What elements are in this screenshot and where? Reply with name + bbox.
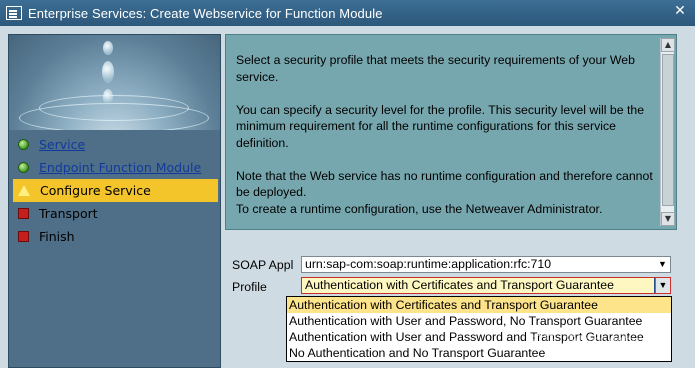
info-paragraph: Select a security profile that meets the…	[236, 53, 635, 84]
step-label: Finish	[39, 229, 75, 244]
info-paragraph: Note that the Web service has no runtime…	[236, 168, 653, 200]
step-endpoint-function-module[interactable]: Endpoint Function Module	[13, 156, 218, 179]
window-menu-icon[interactable]	[6, 6, 22, 20]
step-label: Transport	[39, 206, 98, 221]
profile-label: Profile	[232, 280, 267, 294]
title-bar: Enterprise Services: Create Webservice f…	[0, 0, 695, 26]
step-configure-service: Configure Service	[13, 179, 218, 202]
profile-option[interactable]: Authentication with Certificates and Tra…	[287, 297, 671, 313]
soap-application-value: urn:sap-com:soap:runtime:application:rfc…	[305, 257, 552, 271]
info-panel: Select a security profile that meets the…	[225, 34, 677, 230]
soap-application-label: SOAP Appl	[232, 258, 294, 272]
status-ok-icon	[18, 139, 29, 150]
step-service[interactable]: Service	[13, 133, 218, 156]
status-pending-icon	[18, 208, 29, 219]
step-label[interactable]: Service	[39, 137, 85, 152]
watermark: 知乎 @JerryWang	[528, 332, 655, 350]
profile-option[interactable]: Authentication with User and Password, N…	[287, 313, 671, 329]
profile-dropdown-list: Authentication with Certificates and Tra…	[286, 296, 672, 362]
status-current-icon	[18, 185, 30, 196]
info-paragraph: To create a runtime configuration, use t…	[236, 201, 603, 216]
status-pending-icon	[18, 231, 29, 242]
chevron-down-icon[interactable]: ▼	[655, 257, 670, 272]
water-drop-banner	[9, 35, 220, 130]
status-ok-icon	[18, 162, 29, 173]
soap-application-select[interactable]: urn:sap-com:soap:runtime:application:rfc…	[301, 256, 671, 273]
wizard-steps: Service Endpoint Function Module Configu…	[13, 133, 218, 248]
chevron-down-icon[interactable]: ▼	[654, 278, 670, 293]
step-transport: Transport	[13, 202, 218, 225]
window-title: Enterprise Services: Create Webservice f…	[28, 5, 383, 21]
scroll-down-icon[interactable]: ▼	[661, 212, 675, 226]
step-label[interactable]: Endpoint Function Module	[39, 160, 201, 175]
scroll-thumb[interactable]	[662, 54, 674, 206]
wizard-sidebar: Service Endpoint Function Module Configu…	[8, 34, 221, 368]
info-scrollbar[interactable]: ▲ ▼	[660, 38, 675, 226]
step-label: Configure Service	[40, 183, 151, 198]
step-finish: Finish	[13, 225, 218, 248]
profile-value: Authentication with Certificates and Tra…	[305, 278, 614, 292]
info-paragraph: You can specify a security level for the…	[236, 102, 645, 150]
close-icon[interactable]: ✕	[673, 4, 687, 18]
scroll-up-icon[interactable]: ▲	[661, 38, 675, 52]
profile-select[interactable]: Authentication with Certificates and Tra…	[301, 277, 671, 294]
info-text: Select a security profile that meets the…	[236, 52, 656, 217]
